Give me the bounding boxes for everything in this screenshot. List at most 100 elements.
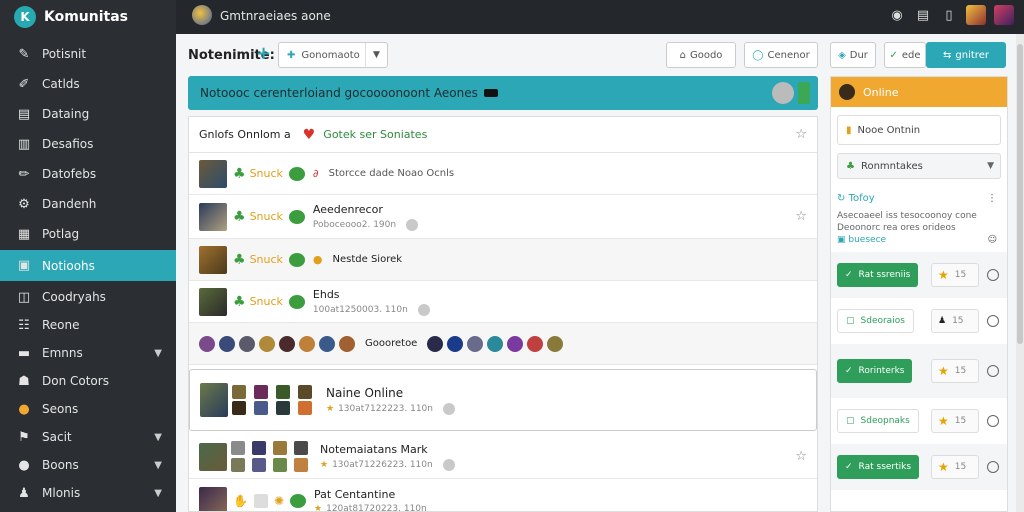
dur-button[interactable]: ◈ Dur [830,42,876,68]
avatar[interactable] [299,335,315,352]
user-avatar[interactable] [966,5,986,25]
alert-icon: ∂ [312,167,319,180]
scrollbar-thumb[interactable] [1017,44,1023,344]
member-action-button[interactable]: ✓ Rat ssertiks [837,455,920,479]
clover-icon: ♣ [233,251,246,268]
sidebar-item-dandenh[interactable]: ⚙ Dandenh [0,190,176,218]
more-icon[interactable]: ⋮ [987,193,997,204]
avatar[interactable] [487,335,504,352]
scrollbar[interactable] [1016,34,1024,512]
clipboard-icon[interactable]: ▤ [914,6,932,24]
sidebar-item-notioohs[interactable]: ▣ Notioohs [0,250,182,281]
info-icon[interactable] [987,461,999,473]
list-item-highlighted[interactable]: Naine Online ★ 130at7122223. 110n [189,369,817,431]
sidebar-item-seons[interactable]: ● Seons [0,395,176,423]
online-button[interactable]: Online [831,77,1007,107]
sidebar-item-datofebs[interactable]: ✏ Datofebs [0,160,176,188]
star-icon[interactable]: ☆ [795,209,807,224]
member-action-button[interactable]: ✓ Rorinterks [837,359,913,383]
avatar[interactable] [527,335,544,352]
member-action-button[interactable]: ✓ Rat ssreniis [837,263,919,287]
sidebar-item-label: Mlonis [42,486,81,500]
desc-link[interactable]: ▣ buesece ☺ [837,234,1001,246]
sidebar-item-label: Seons [42,402,79,416]
rating-box: ♟ 15 [931,309,979,333]
avatar[interactable] [219,335,235,352]
avatar[interactable] [339,335,355,352]
list-item[interactable]: Goooretoe [189,323,817,365]
item-tag: Snuck [249,210,283,223]
rating-box: ★ 15 [931,359,979,383]
sidebar-item-desafios[interactable]: ▥ Desafios [0,130,176,158]
sidebar-item-catlds[interactable]: ✐ Catlds [0,70,176,98]
sidebar-item-don-cotors[interactable]: ☗ Don Cotors [0,367,176,395]
info-icon[interactable] [987,315,999,327]
sidebar-item-boons[interactable]: ● Boons ▼ [0,451,176,479]
avatar[interactable] [427,335,444,352]
share-icon[interactable] [442,458,455,471]
avatar[interactable] [507,335,524,352]
grid-thumbnail [231,441,245,455]
add-icon[interactable]: + [256,43,271,64]
avatar[interactable] [259,335,275,352]
list-item[interactable]: ♣ Snuck ● Nestde Siorek [189,239,817,281]
avatar[interactable] [199,335,215,352]
sidebar-item-mlonis[interactable]: ♟ Mlonis ▼ [0,479,176,507]
item-body: Ehds 100at1250003. 110n [313,288,430,316]
desc-line-1: Asecoaeel iss tesocoonoy cone [837,211,977,221]
member-row[interactable]: ▢ Sdeopnaks ★ 15 [831,398,1007,444]
member-row[interactable]: ▢ Sdeoraios ♟ 15 [831,298,1007,344]
filter-select[interactable]: ✚ Gonomaoto ▼ [278,42,388,68]
avatar[interactable] [467,335,484,352]
badge-icon [288,209,305,224]
workspace-avatar[interactable] [192,5,212,25]
sidebar-item-emnns[interactable]: ▬ Emnns ▼ [0,339,176,367]
list-item[interactable]: Notemaiatans Mark ★ 130at71226223. 110n ☆ [189,435,817,479]
sidebar-item-sacit[interactable]: ⚑ Sacit ▼ [0,423,176,451]
share-icon[interactable] [406,218,419,231]
member-action-button[interactable]: ▢ Sdeopnaks [837,409,919,433]
bookmark-icon[interactable]: ▯ [940,6,958,24]
list-header-filter[interactable]: Gotek ser Soniates [323,128,427,141]
sidebar-item-potlag[interactable]: ▦ Potlag [0,220,176,248]
info-icon[interactable] [987,365,999,377]
member-action-button[interactable]: ▢ Sdeoraios [837,309,914,333]
sidebar-item-reone[interactable]: ☷ Reone [0,311,176,339]
help-icon[interactable]: ◉ [888,6,906,24]
list-item[interactable]: ♣ Snuck ∂ Storcce dade Noao Ocnls [189,153,817,195]
calendar-icon: ▦ [17,226,31,242]
member-row[interactable]: ✓ Rat ssertiks ★ 15 [831,444,1007,490]
share-icon[interactable] [443,402,455,415]
emoji-icon[interactable]: ☺ [988,234,997,246]
chevron-down-icon: ▼ [365,43,387,67]
sidebar-item-dataing[interactable]: ▤ Dataing [0,100,176,128]
member-row[interactable]: ✓ Rat ssreniis ★ 15 [831,252,1007,298]
avatar[interactable] [239,335,255,352]
info-icon[interactable] [987,269,999,281]
list-item[interactable]: ♣ Snuck Ehds 100at1250003. 110n [189,281,817,323]
avatar[interactable] [547,335,564,352]
grid-icon: ☷ [18,317,30,333]
ede-button[interactable]: ✓ ede [884,42,926,68]
star-icon[interactable]: ☆ [795,449,807,464]
sidebar-item-coodryahs[interactable]: ◫ Coodryahs [0,283,176,311]
group-select[interactable]: ♣ Ronmntakes ▼ [837,153,1001,179]
goodo-button[interactable]: ⌂ Goodo [666,42,736,68]
person-icon: ♟ [938,316,947,326]
sidebar-item-potisnit[interactable]: ✎ Potisnit [0,40,176,68]
avatar[interactable] [447,335,464,352]
cenenor-button[interactable]: ◯ Cenenor [744,42,818,68]
avatar[interactable] [319,335,335,352]
brand[interactable]: K Komunitas [0,0,176,34]
star-icon[interactable]: ☆ [795,127,807,142]
avatar[interactable] [279,335,295,352]
list-item[interactable]: ♣ Snuck Aeedenrecor Poboceooo2. 190n ☆ [189,195,817,239]
member-row[interactable]: ✓ Rorinterks ★ 15 [831,344,1007,398]
user-avatar-2[interactable] [994,5,1014,25]
search-field[interactable]: ▮ Nooe Ontnin [837,115,1001,145]
banner-avatar[interactable] [772,82,794,104]
list-item[interactable]: ✋ ✺ Pat Centantine ★ 120at81720223. 110n [189,479,817,511]
share-icon[interactable] [417,303,430,316]
info-icon[interactable] [987,415,999,427]
gnitrer-button[interactable]: ⇆ gnitrer [926,42,1006,68]
